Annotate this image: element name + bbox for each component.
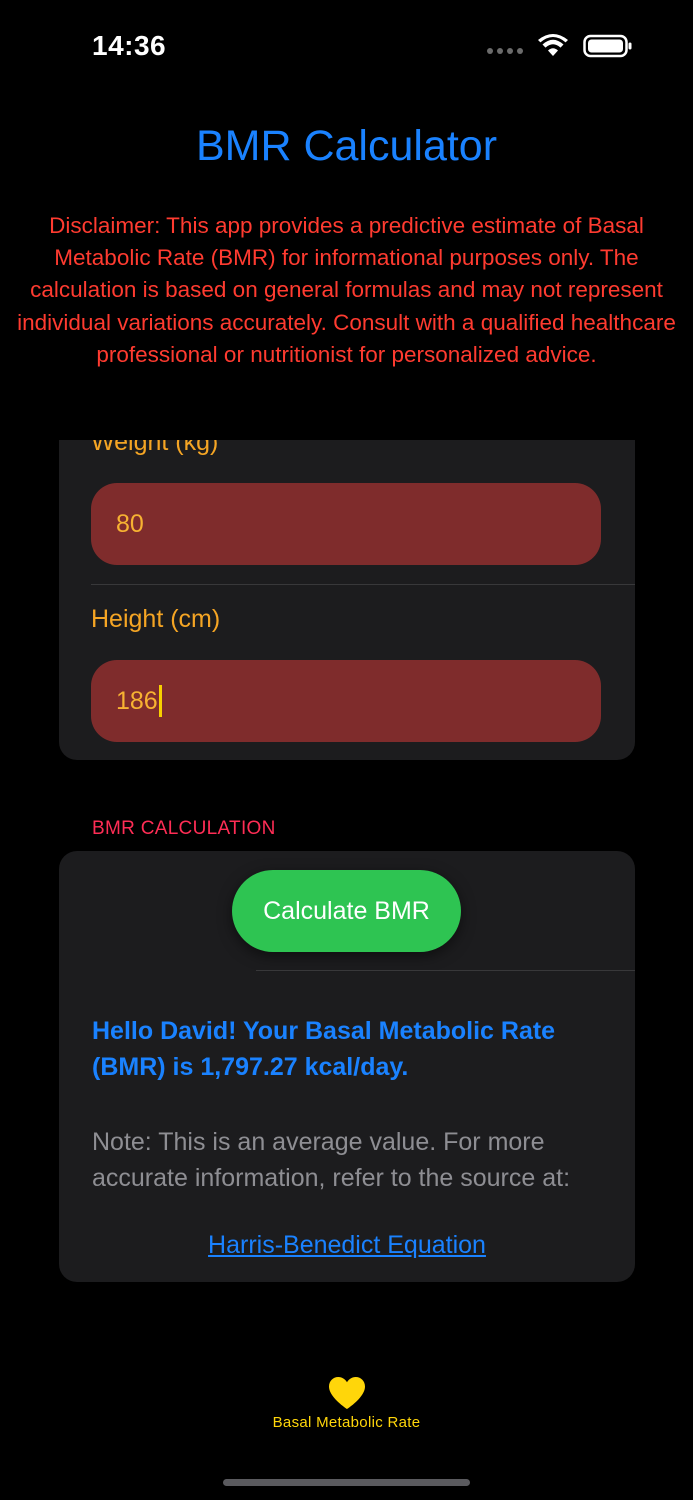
calculate-bmr-button[interactable]: Calculate BMR bbox=[232, 870, 461, 952]
status-icons bbox=[487, 34, 633, 58]
cellular-signal-icon bbox=[487, 48, 523, 54]
bmr-result-text: Hello David! Your Basal Metabolic Rate (… bbox=[92, 1017, 556, 1081]
heart-icon bbox=[328, 1377, 365, 1409]
row-divider bbox=[256, 970, 635, 971]
weight-label: Weight (kg) bbox=[91, 440, 219, 456]
height-value: 186 bbox=[116, 686, 158, 715]
input-form-card: Weight (kg) 80 Height (cm) 186 bbox=[59, 440, 635, 760]
status-time: 14:36 bbox=[92, 30, 167, 61]
note-text: Note: This is an average value. For more… bbox=[92, 1128, 571, 1192]
wifi-icon bbox=[538, 34, 568, 56]
weight-input[interactable]: 80 bbox=[91, 483, 601, 565]
height-input[interactable]: 186 bbox=[91, 660, 601, 742]
height-label: Height (cm) bbox=[91, 605, 221, 633]
tab-basal-metabolic-rate[interactable]: Basal Metabolic Rate bbox=[273, 1376, 421, 1431]
section-header-bmr: BMR CALCULATION bbox=[92, 818, 276, 839]
page-title: BMR Calculator bbox=[195, 122, 498, 170]
calculation-card: Calculate BMR Hello David! Your Basal Me… bbox=[59, 851, 635, 1282]
disclaimer-text: Disclaimer: This app provides a predicti… bbox=[17, 213, 676, 367]
tab-label: Basal Metabolic Rate bbox=[272, 1414, 421, 1431]
row-divider bbox=[91, 584, 635, 585]
battery-icon bbox=[583, 34, 632, 58]
weight-value: 80 bbox=[116, 509, 144, 538]
tab-bar: Basal Metabolic Rate bbox=[0, 1376, 693, 1431]
harris-benedict-link[interactable]: Harris-Benedict Equation bbox=[59, 1231, 635, 1260]
home-indicator bbox=[223, 1479, 470, 1486]
text-cursor bbox=[158, 685, 162, 717]
